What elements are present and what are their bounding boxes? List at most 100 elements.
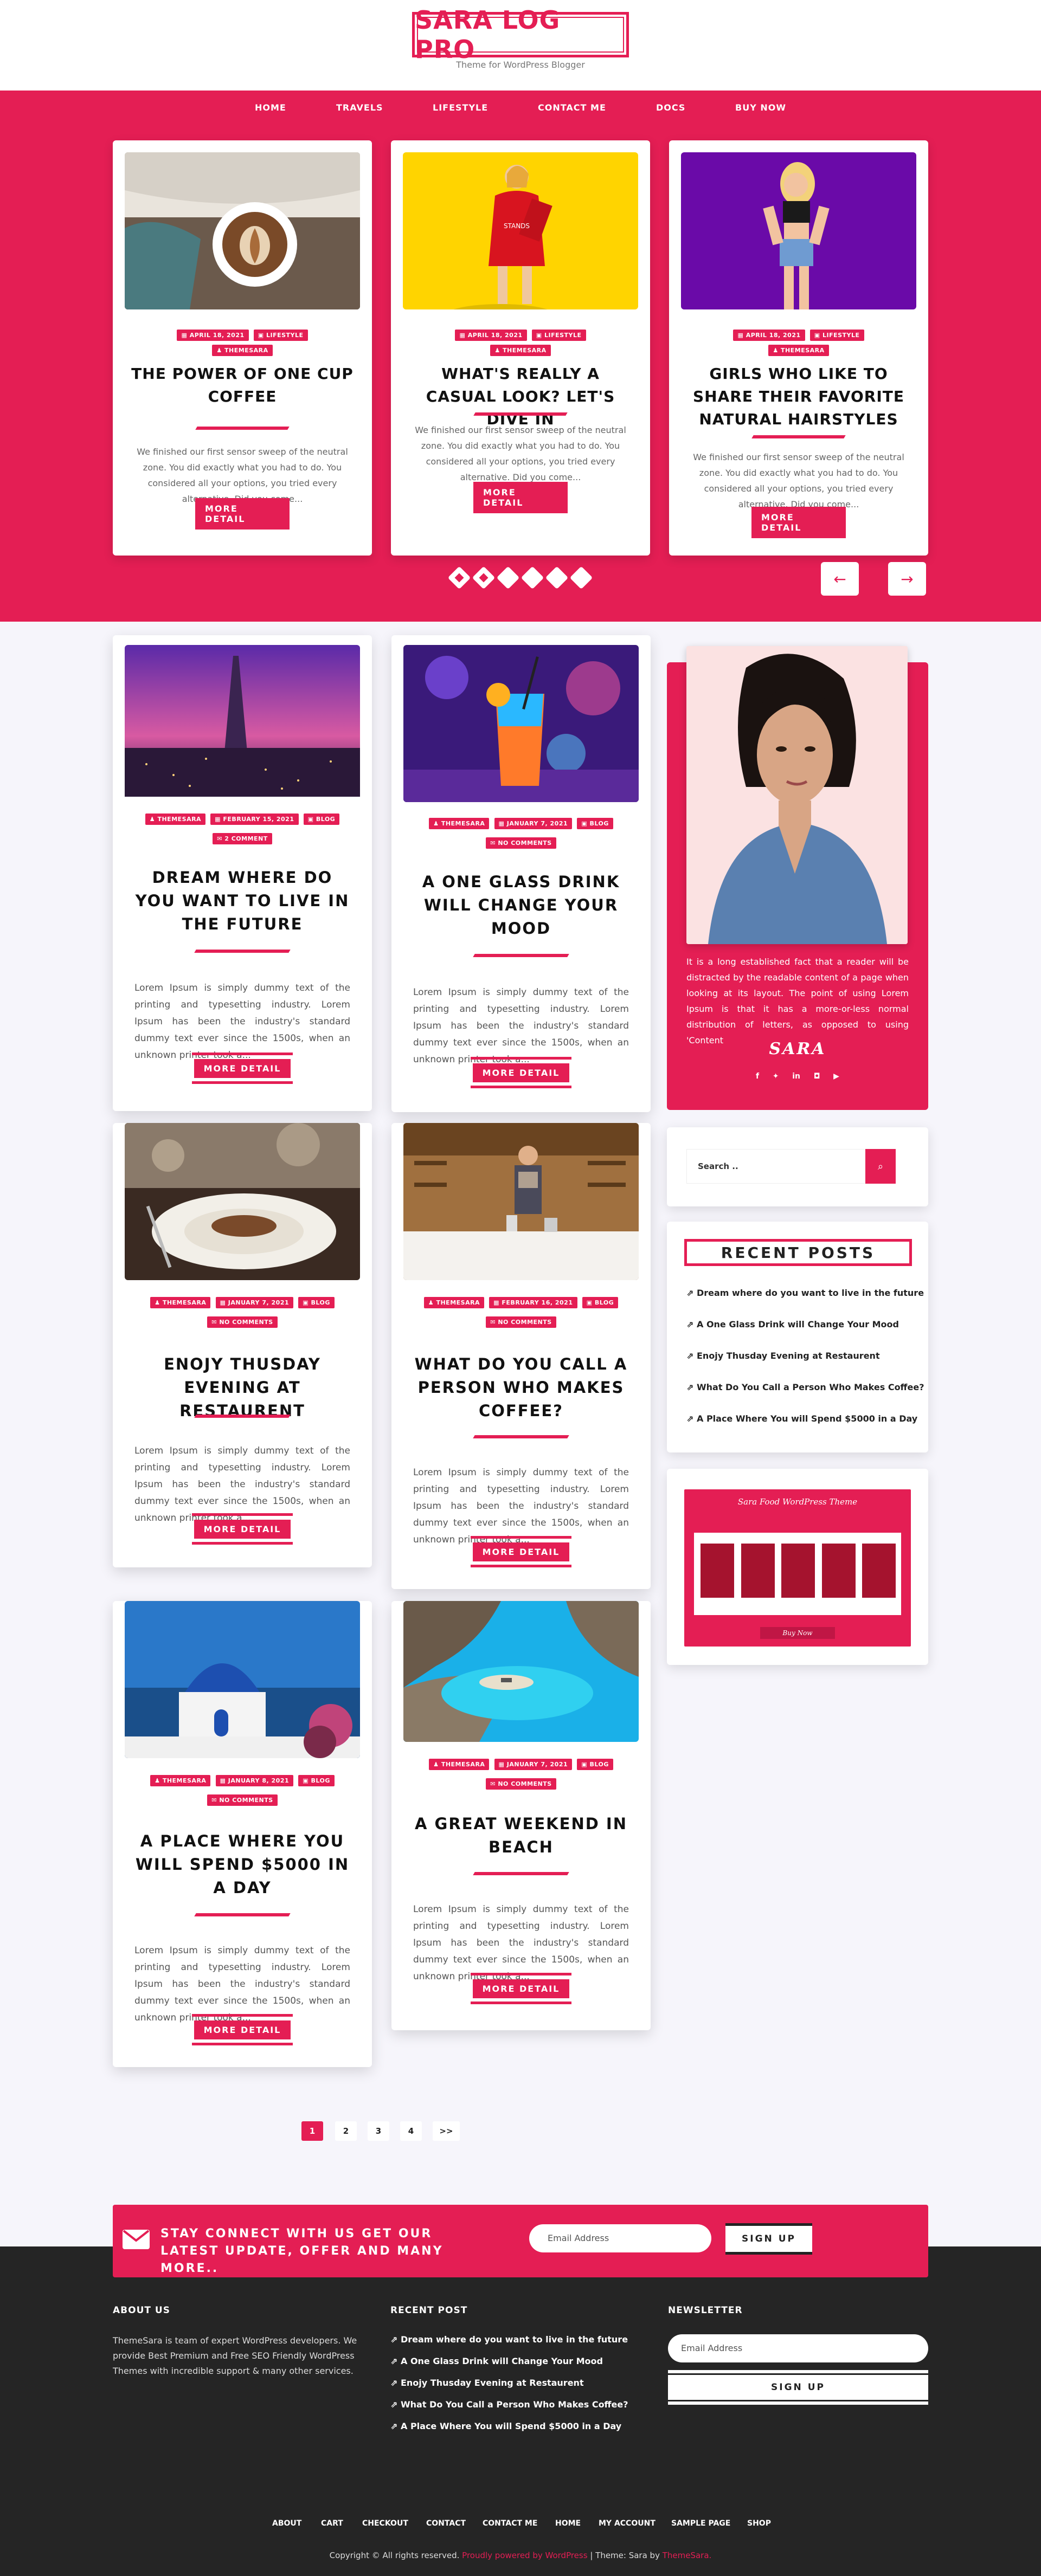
post-author[interactable]: ♟ THEMESARA <box>490 345 551 356</box>
search-button[interactable]: ⌕ <box>865 1149 896 1184</box>
post-comments[interactable]: ✉ NO COMMENTS <box>486 837 556 849</box>
post-category[interactable]: ▣ BLOG <box>303 814 340 825</box>
recent-post-link[interactable]: ⇗ A One Glass Drink will Change Your Moo… <box>686 1319 899 1329</box>
barista-image[interactable] <box>403 1123 639 1280</box>
slider-dot[interactable] <box>472 566 496 590</box>
beach-image[interactable] <box>403 1601 639 1742</box>
themesara-link[interactable]: ThemeSara. <box>663 2551 712 2560</box>
nav-lifestyle[interactable]: LIFESTYLE <box>433 102 488 113</box>
more-detail-button[interactable]: MORE DETAIL <box>751 507 846 538</box>
post-date[interactable]: ▦ APRIL 18, 2021 <box>733 330 805 341</box>
slider-prev-button[interactable]: ← <box>821 562 859 596</box>
post-category[interactable]: ▣ BLOG <box>577 1759 613 1770</box>
post-author[interactable]: ♟ THEMESARA <box>150 1775 211 1786</box>
more-detail-button[interactable]: MORE DETAIL <box>192 1513 293 1545</box>
nav-docs[interactable]: DOCS <box>656 102 685 113</box>
nav-buy-now[interactable]: BUY NOW <box>735 102 786 113</box>
instagram-icon[interactable]: ◘ <box>814 1072 820 1084</box>
footer-link-home[interactable]: HOME <box>555 2519 581 2528</box>
twitter-icon[interactable]: ✦ <box>773 1072 779 1084</box>
drink-image[interactable] <box>403 645 639 802</box>
post-comments[interactable]: ✉ 2 COMMENT <box>213 833 272 844</box>
logo-text[interactable]: SARA LOG PRO <box>415 5 626 64</box>
post-author[interactable]: ♟ THEMESARA <box>429 1759 490 1770</box>
post-title[interactable]: DREAM WHERE DO YOU WANT TO LIVE IN THE F… <box>130 866 355 936</box>
post-date[interactable]: ▦ JANUARY 8, 2021 <box>215 1775 294 1786</box>
footer-link-my-account[interactable]: MY ACCOUNT <box>599 2519 656 2528</box>
post-author[interactable]: ♟ THEMESARA <box>212 345 273 356</box>
footer-recent-link[interactable]: ⇗ Dream where do you want to live in the… <box>390 2334 628 2345</box>
slider-next-button[interactable]: → <box>888 562 926 596</box>
newsletter-band-email[interactable]: Email Address <box>529 2224 711 2252</box>
page-4[interactable]: 4 <box>400 2121 422 2141</box>
footer-link-checkout[interactable]: CHECKOUT <box>362 2519 408 2528</box>
newsletter-band-signup[interactable]: SIGN UP <box>725 2223 812 2255</box>
page-next[interactable]: >> <box>433 2121 460 2141</box>
linkedin-icon[interactable]: in <box>792 1072 800 1084</box>
post-date[interactable]: ▦ JANUARY 7, 2021 <box>494 1759 573 1770</box>
post-category[interactable]: ▣ BLOG <box>298 1775 335 1786</box>
more-detail-button[interactable]: MORE DETAIL <box>473 482 568 513</box>
post-date[interactable]: ▦ JANUARY 7, 2021 <box>494 818 573 829</box>
more-detail-button[interactable]: MORE DETAIL <box>192 2014 293 2045</box>
slider-dot[interactable] <box>447 566 471 590</box>
more-detail-button[interactable]: MORE DETAIL <box>195 498 290 530</box>
coffee-image[interactable] <box>125 152 360 309</box>
more-detail-button[interactable]: MORE DETAIL <box>471 1973 571 2004</box>
recent-post-link[interactable]: ⇗ What Do You Call a Person Who Makes Co… <box>686 1382 924 1392</box>
casual-look-image[interactable]: STANDS <box>403 152 638 309</box>
post-comments[interactable]: ✉ NO COMMENTS <box>207 1794 278 1806</box>
facebook-icon[interactable]: f <box>756 1072 759 1084</box>
footer-recent-link[interactable]: ⇗ A One Glass Drink will Change Your Moo… <box>390 2356 603 2366</box>
footer-recent-link[interactable]: ⇗ Enojy Thusday Evening at Restaurent <box>390 2378 584 2388</box>
restaurant-image[interactable] <box>125 1123 360 1280</box>
post-date[interactable]: ▦ APRIL 18, 2021 <box>177 330 249 341</box>
post-author[interactable]: ♟ THEMESARA <box>429 818 490 829</box>
theme-ad-banner[interactable]: Sara Food WordPress Theme Buy Now <box>684 1489 911 1647</box>
nav-travels[interactable]: TRAVELS <box>336 102 383 113</box>
post-author[interactable]: ♟ THEMESARA <box>423 1297 485 1308</box>
nav-home[interactable]: HOME <box>255 102 286 113</box>
post-author[interactable]: ♟ THEMESARA <box>150 1297 211 1308</box>
post-category[interactable]: ▣ LIFESTYLE <box>253 330 308 341</box>
santorini-image[interactable] <box>125 1601 360 1758</box>
slide-title[interactable]: GIRLS WHO LIKE TO SHARE THEIR FAVORITE N… <box>684 363 913 431</box>
ad-buy-button[interactable]: Buy Now <box>760 1627 835 1639</box>
footer-link-shop[interactable]: SHOP <box>747 2519 771 2528</box>
hairstyle-image[interactable] <box>681 152 916 309</box>
post-comments[interactable]: ✉ NO COMMENTS <box>486 1316 556 1328</box>
recent-post-link[interactable]: ⇗ A Place Where You will Spend $5000 in … <box>686 1413 917 1424</box>
youtube-icon[interactable]: ▶ <box>833 1072 839 1084</box>
footer-link-about[interactable]: ABOUT <box>272 2519 301 2528</box>
slide-title[interactable]: THE POWER OF ONE CUP COFFEE <box>128 363 357 408</box>
slider-dot[interactable] <box>545 566 569 590</box>
recent-post-link[interactable]: ⇗ Dream where do you want to live in the… <box>686 1288 924 1298</box>
post-title[interactable]: A ONE GLASS DRINK WILL CHANGE YOUR MOOD <box>409 870 633 940</box>
post-author[interactable]: ♟ THEMESARA <box>145 814 206 825</box>
footer-recent-link[interactable]: ⇗ A Place Where You will Spend $5000 in … <box>390 2421 621 2431</box>
post-category[interactable]: ▣ LIFESTYLE <box>809 330 864 341</box>
post-category[interactable]: ▣ BLOG <box>577 818 613 829</box>
site-logo[interactable]: SARA LOG PRO <box>412 5 629 64</box>
post-title[interactable]: A GREAT WEEKEND IN BEACH <box>409 1812 633 1859</box>
footer-link-contact[interactable]: CONTACT <box>426 2519 466 2528</box>
post-title[interactable]: ENOJY THUSDAY EVENING AT RESTAURENT <box>130 1353 355 1423</box>
page-1[interactable]: 1 <box>301 2121 323 2141</box>
footer-email-input[interactable]: Email Address <box>668 2334 928 2362</box>
footer-signup-button[interactable]: SIGN UP <box>668 2370 928 2405</box>
post-date[interactable]: ▦ FEBRUARY 15, 2021 <box>210 814 299 825</box>
post-category[interactable]: ▣ BLOG <box>298 1297 335 1308</box>
post-date[interactable]: ▦ APRIL 18, 2021 <box>455 330 527 341</box>
post-date[interactable]: ▦ JANUARY 7, 2021 <box>215 1297 294 1308</box>
post-title[interactable]: WHAT DO YOU CALL A PERSON WHO MAKES COFF… <box>409 1353 633 1423</box>
post-category[interactable]: ▣ LIFESTYLE <box>531 330 586 341</box>
nav-contact-me[interactable]: CONTACT ME <box>538 102 606 113</box>
post-author[interactable]: ♟ THEMESARA <box>768 345 829 356</box>
post-date[interactable]: ▦ FEBRUARY 16, 2021 <box>489 1297 577 1308</box>
recent-post-link[interactable]: ⇗ Enojy Thusday Evening at Restaurent <box>686 1351 880 1361</box>
slider-dot[interactable] <box>520 566 544 590</box>
post-comments[interactable]: ✉ NO COMMENTS <box>207 1316 278 1328</box>
powered-by-link[interactable]: Proudly powered by WordPress <box>462 2551 587 2560</box>
page-3[interactable]: 3 <box>368 2121 389 2141</box>
more-detail-button[interactable]: MORE DETAIL <box>192 1053 293 1084</box>
